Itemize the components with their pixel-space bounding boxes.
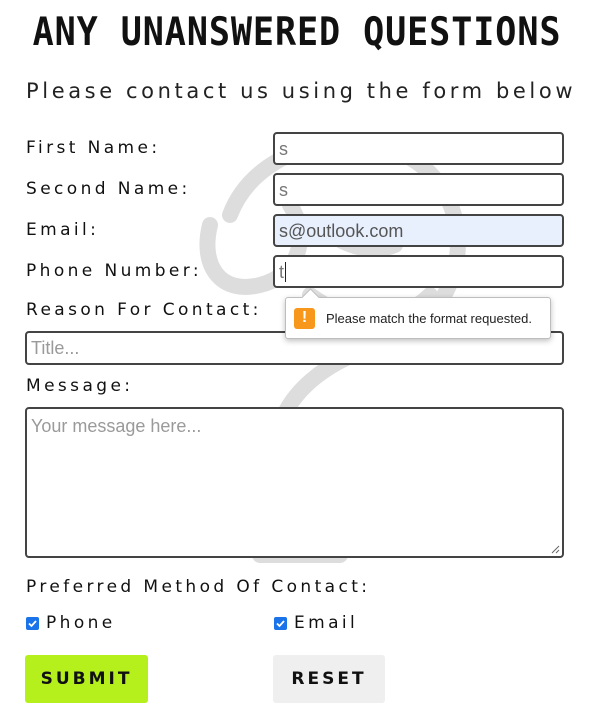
second-name-input[interactable]: s [273, 173, 564, 206]
reset-button[interactable]: RESET [273, 655, 385, 703]
phone-option-label: Phone [46, 613, 116, 633]
checkmark-icon [28, 620, 37, 628]
second-name-label: Second Name: [26, 179, 191, 199]
reason-placeholder: Title... [31, 338, 80, 358]
preferred-contact-label: Preferred Method Of Contact: [26, 577, 371, 597]
second-name-value: s [279, 180, 288, 200]
first-name-value: s [279, 139, 288, 159]
email-label: Email: [26, 220, 100, 240]
text-caret [285, 262, 287, 282]
email-option-label: Email [294, 613, 359, 633]
email-checkbox[interactable] [274, 617, 287, 630]
validation-tooltip: ! Please match the format requested. [285, 297, 551, 339]
checkmark-icon [276, 620, 285, 628]
phone-checkbox[interactable] [26, 617, 39, 630]
reason-label: Reason For Contact: [26, 300, 262, 320]
submit-button[interactable]: SUBMIT [25, 655, 148, 703]
email-value: s@outlook.com [279, 221, 404, 241]
message-textarea[interactable]: Your message here... [25, 407, 564, 558]
page-subtitle: Please contact us using the form below [26, 79, 577, 103]
message-label: Message: [26, 376, 134, 396]
first-name-input[interactable]: s [273, 132, 564, 165]
validation-message: Please match the format requested. [326, 310, 532, 326]
first-name-label: First Name: [26, 138, 161, 158]
message-placeholder: Your message here... [31, 416, 202, 436]
email-input[interactable]: s@outlook.com [273, 214, 564, 247]
resize-grip-icon[interactable] [551, 545, 560, 554]
phone-number-input[interactable]: t [273, 255, 564, 288]
phone-number-value: t [279, 262, 285, 282]
page-title: ANY UNANSWERED QUESTIONS [32, 10, 562, 55]
phone-number-label: Phone Number: [26, 261, 202, 281]
warning-icon: ! [294, 307, 315, 329]
